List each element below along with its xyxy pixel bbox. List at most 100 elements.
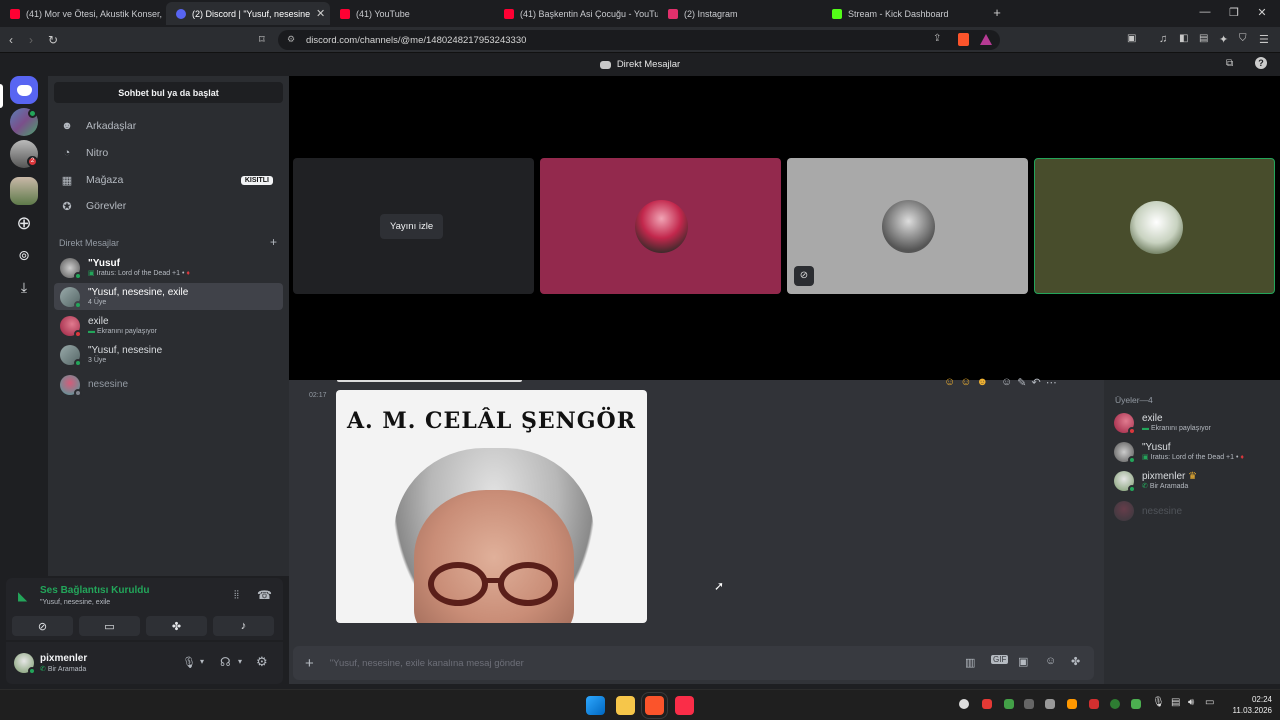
- forward-icon[interactable]: ›: [29, 33, 33, 47]
- emoji-icon[interactable]: ☺: [944, 376, 955, 389]
- emoji-icon[interactable]: ☺: [1045, 655, 1056, 667]
- inbox-icon[interactable]: ⧉: [1226, 58, 1233, 69]
- browser-tab[interactable]: (41) YouTube: [330, 2, 494, 25]
- create-dm-icon[interactable]: +: [270, 235, 277, 249]
- reply-icon[interactable]: ↶: [1032, 376, 1041, 389]
- microphone-icon[interactable]: 🎙︎: [182, 656, 196, 669]
- apps-icon[interactable]: ✤: [1071, 655, 1080, 668]
- nav-quests[interactable]: ✪ Görevler: [54, 194, 283, 218]
- nav-shop[interactable]: ▦ Mağaza KISITLI: [54, 168, 283, 192]
- server-icon[interactable]: [10, 177, 38, 205]
- wallet-icon[interactable]: ▤: [1199, 33, 1208, 44]
- member-item-offline[interactable]: nesesine: [1114, 498, 1182, 524]
- brave-browser-icon[interactable]: [641, 692, 668, 719]
- watch-stream-button[interactable]: Yayını izle: [380, 214, 444, 239]
- dm-item[interactable]: "Yusuf, nesesine 3 Üye: [54, 341, 283, 368]
- emoji-icon[interactable]: ☺: [960, 376, 971, 389]
- volume-icon[interactable]: 🔊︎: [1188, 697, 1194, 708]
- reload-icon[interactable]: ↻: [48, 33, 58, 47]
- home-button[interactable]: [10, 76, 38, 104]
- add-server-icon[interactable]: ⊕: [10, 209, 38, 237]
- browser-tab[interactable]: Stream - Kick Dashboard: [822, 2, 986, 25]
- tray-icon[interactable]: [1045, 699, 1055, 709]
- more-icon[interactable]: ⋯: [1046, 376, 1057, 389]
- close-tab-icon[interactable]: ✕: [316, 7, 325, 20]
- attach-icon[interactable]: +: [305, 655, 314, 672]
- bookmark-icon[interactable]: ⌑: [259, 33, 265, 46]
- browser-tab-active[interactable]: (2) Discord | "Yusuf, nesesine ✕: [166, 2, 330, 25]
- clock[interactable]: 02:24 11.03.2026: [1224, 694, 1272, 716]
- noise-suppression-icon[interactable]: ⦙⦙: [234, 589, 239, 602]
- leo-ai-icon[interactable]: ✦: [1219, 33, 1228, 46]
- voice-status[interactable]: Ses Bağlantısı Kuruldu: [40, 585, 149, 596]
- chevron-down-icon[interactable]: ▾: [238, 657, 242, 666]
- sidebar-icon[interactable]: ◧: [1179, 33, 1188, 44]
- tray-icon[interactable]: [1089, 699, 1099, 709]
- network-icon[interactable]: ▤: [1171, 697, 1180, 708]
- camera-off-button[interactable]: ⊘: [12, 616, 73, 636]
- message-image[interactable]: A. M. CELÂL ŞENGÖR: [336, 390, 647, 623]
- participant-tile[interactable]: [540, 158, 781, 294]
- battery-icon[interactable]: ▭: [1205, 697, 1214, 708]
- tray-icon[interactable]: [1004, 699, 1014, 709]
- message-composer[interactable]: + "Yusuf, nesesine, exile kanalına mesaj…: [293, 646, 1094, 680]
- url-input[interactable]: ⚙ discord.com/channels/@me/1480248217953…: [278, 30, 1000, 50]
- browser-tab[interactable]: (2) Instagram: [658, 2, 822, 25]
- sticker-icon[interactable]: ▣: [1018, 655, 1028, 668]
- brave-shields-icon[interactable]: [958, 33, 969, 46]
- voice-channel[interactable]: "Yusuf, nesesine, exile: [40, 599, 110, 606]
- emoji-icon[interactable]: ☻: [976, 376, 988, 389]
- menu-icon[interactable]: ☰: [1259, 33, 1269, 46]
- share-icon[interactable]: ⇪: [933, 33, 941, 44]
- member-item[interactable]: "Yusuf ▣ Iratus: Lord of the Dead +1 • ♦: [1114, 439, 1244, 465]
- tray-icon[interactable]: [1110, 699, 1120, 709]
- site-info-icon[interactable]: ⚙: [287, 34, 295, 45]
- search-button[interactable]: Sohbet bul ya da başlat: [54, 82, 283, 103]
- screen-share-button[interactable]: ▭: [79, 616, 140, 636]
- browser-tab[interactable]: (41) Mor ve Ötesi, Akustik Konser, Be: [0, 2, 162, 25]
- tray-icon[interactable]: [1067, 699, 1077, 709]
- nav-friends[interactable]: ☻ Arkadaşlar: [54, 114, 283, 138]
- restore-icon[interactable]: ❐: [1227, 6, 1241, 19]
- activities-button[interactable]: ✤: [146, 616, 207, 636]
- settings-icon[interactable]: ⚙: [256, 654, 268, 670]
- edit-icon[interactable]: ✎: [1017, 376, 1026, 389]
- message-input[interactable]: "Yusuf, nesesine, exile kanalına mesaj g…: [330, 658, 524, 669]
- tray-icon[interactable]: [1024, 699, 1034, 709]
- media-icon[interactable]: ♫: [1159, 33, 1167, 45]
- explore-icon[interactable]: ⊚: [10, 241, 38, 269]
- back-icon[interactable]: ‹: [9, 33, 13, 47]
- download-icon[interactable]: ⤓: [10, 273, 38, 301]
- disconnect-icon[interactable]: ☎: [257, 588, 272, 602]
- screenshot-icon[interactable]: ▣: [1127, 33, 1136, 44]
- gif-icon[interactable]: GIF: [991, 655, 1009, 664]
- gift-icon[interactable]: ▥: [965, 656, 975, 669]
- chevron-down-icon[interactable]: ▾: [200, 657, 204, 666]
- music-app-icon[interactable]: [675, 696, 694, 715]
- tray-icon[interactable]: [1131, 699, 1141, 709]
- dm-item[interactable]: nesesine: [54, 371, 283, 398]
- minimize-icon[interactable]: —: [1198, 6, 1212, 18]
- stream-tile[interactable]: Yayını izle: [293, 158, 534, 294]
- nav-nitro[interactable]: ◔ Nitro: [54, 141, 283, 165]
- headphones-icon[interactable]: ☊: [220, 655, 231, 669]
- tray-icon[interactable]: [959, 699, 969, 709]
- file-explorer-icon[interactable]: [616, 696, 635, 715]
- tray-icon[interactable]: [982, 699, 992, 709]
- dm-item[interactable]: exile ▬ Ekranını paylaşıyor: [54, 312, 283, 339]
- close-window-icon[interactable]: ✕: [1255, 6, 1269, 19]
- brave-rewards-icon[interactable]: [980, 34, 992, 45]
- vpn-icon[interactable]: ⛉: [1239, 33, 1247, 44]
- dm-item[interactable]: "Yusuf ▣ Iratus: Lord of the Dead +1 • ♦: [54, 254, 283, 281]
- browser-tab[interactable]: (41) Başkentin Asi Çocuğu - YouTube: [494, 2, 658, 25]
- soundboard-button[interactable]: ♪: [213, 616, 274, 636]
- dm-item-selected[interactable]: "Yusuf, nesesine, exile 4 Üye: [54, 283, 283, 310]
- username[interactable]: pixmenler: [40, 653, 87, 664]
- participant-tile[interactable]: ⊘: [787, 158, 1028, 294]
- add-reaction-icon[interactable]: ☺: [1001, 376, 1012, 389]
- signal-icon[interactable]: ◣: [18, 589, 27, 603]
- participant-tile-speaking[interactable]: [1034, 158, 1275, 294]
- new-tab-icon[interactable]: +: [990, 5, 1004, 20]
- microphone-icon[interactable]: 🎙︎: [1152, 697, 1165, 708]
- member-item[interactable]: exile ▬ Ekranını paylaşıyor: [1114, 410, 1211, 436]
